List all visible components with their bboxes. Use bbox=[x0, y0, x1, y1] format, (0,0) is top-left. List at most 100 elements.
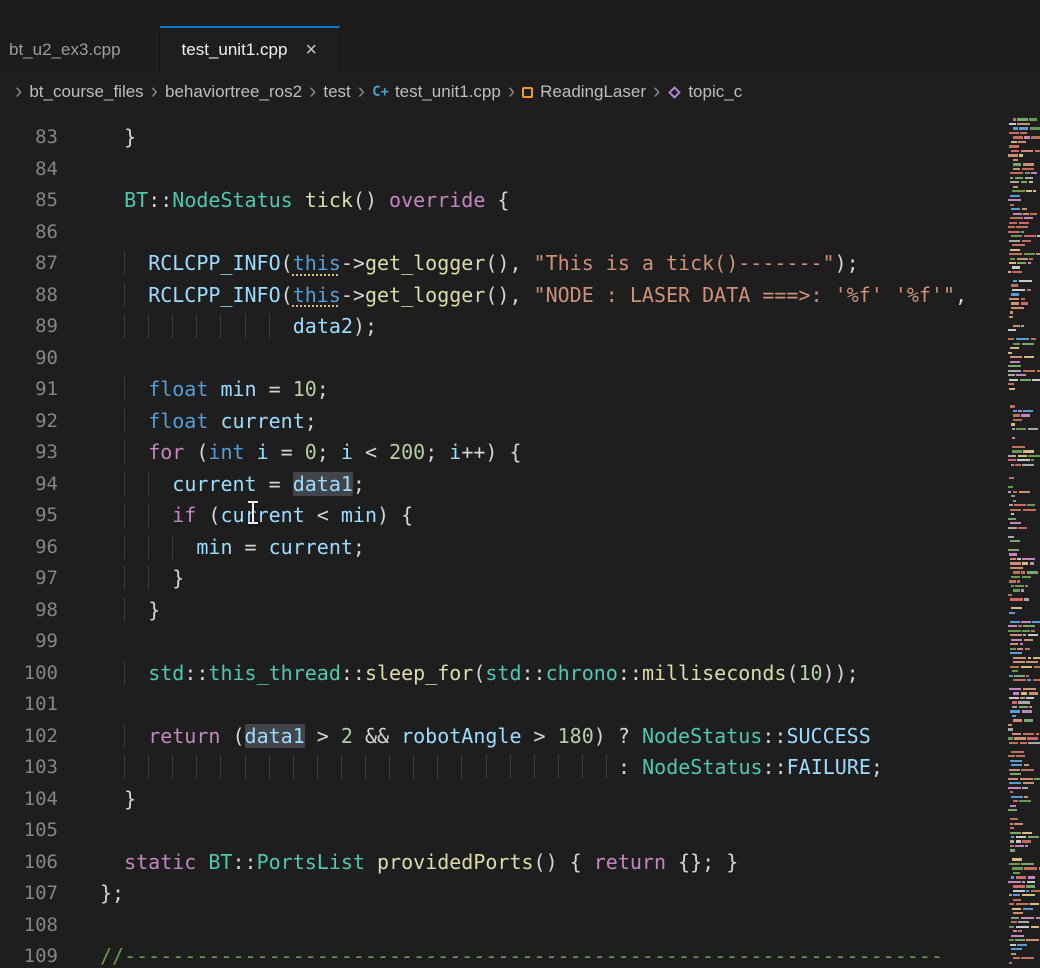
code-text: RCLCPP_INFO(this->get_logger(), "This is… bbox=[100, 248, 859, 280]
minimap-token bbox=[1023, 625, 1035, 627]
code-token: this bbox=[293, 251, 341, 275]
code-line[interactable]: 106 static BT::PortsList providedPorts()… bbox=[0, 847, 1006, 879]
minimap-token bbox=[1034, 666, 1040, 668]
minimap-line bbox=[1008, 809, 1039, 811]
code-line[interactable]: 96 min = current; bbox=[0, 532, 1006, 564]
code-line[interactable]: 85 BT::NodeStatus tick() override { bbox=[0, 185, 1006, 217]
minimap-token bbox=[1019, 222, 1029, 224]
minimap-token bbox=[1012, 670, 1018, 672]
minimap-token bbox=[1008, 630, 1021, 632]
code-line[interactable]: 87 RCLCPP_INFO(this->get_logger(), "This… bbox=[0, 248, 1006, 280]
code-line[interactable]: 91 float min = 10; bbox=[0, 374, 1006, 406]
code-line[interactable]: 95 if (current < min) { bbox=[0, 500, 1006, 532]
code-line[interactable]: 104 } bbox=[0, 784, 1006, 816]
breadcrumb-item-test[interactable]: test bbox=[323, 82, 350, 102]
code-line[interactable]: 109//-----------------------------------… bbox=[0, 941, 1006, 968]
minimap-token bbox=[1026, 675, 1029, 677]
code-token: ( bbox=[281, 283, 293, 307]
code-line[interactable]: 94 current = data1; bbox=[0, 469, 1006, 501]
code-token: float bbox=[148, 377, 208, 401]
minimap-token bbox=[1022, 576, 1031, 578]
code-token bbox=[293, 188, 305, 212]
minimap-line bbox=[1008, 558, 1039, 560]
minimap-token bbox=[1010, 648, 1016, 650]
code-line[interactable]: 92 float current; bbox=[0, 406, 1006, 438]
code-line[interactable]: 88 RCLCPP_INFO(this->get_logger(), "NODE… bbox=[0, 280, 1006, 312]
breadcrumb-item-behaviortree_ros2[interactable]: behaviortree_ros2 bbox=[165, 82, 302, 102]
code-line[interactable]: 107}; bbox=[0, 878, 1006, 910]
code-text: data2); bbox=[100, 311, 377, 343]
tab-label: test_unit1.cpp bbox=[182, 40, 288, 60]
code-line[interactable]: 105 bbox=[0, 815, 1006, 847]
minimap-token bbox=[1031, 926, 1039, 928]
minimap-token bbox=[1028, 876, 1035, 878]
code-text: return (data1 > 2 && robotAngle > 180) ?… bbox=[100, 721, 871, 753]
code-line[interactable]: 93 for (int i = 0; i < 200; i++) { bbox=[0, 437, 1006, 469]
minimap-token bbox=[1034, 778, 1040, 780]
minimap-line bbox=[1008, 352, 1039, 354]
minimap-token bbox=[1020, 697, 1025, 699]
code-line[interactable]: 101 bbox=[0, 689, 1006, 721]
code-line[interactable]: 99 bbox=[0, 626, 1006, 658]
minimap-line bbox=[1008, 957, 1039, 959]
minimap-token bbox=[1009, 298, 1019, 300]
code-editor[interactable]: 83 }8485 BT::NodeStatus tick() override … bbox=[0, 112, 1006, 968]
close-icon[interactable]: × bbox=[305, 40, 317, 60]
minimap-token bbox=[1012, 450, 1022, 452]
line-number: 94 bbox=[0, 469, 58, 501]
minimap-line bbox=[1008, 280, 1039, 282]
minimap-token bbox=[1008, 787, 1021, 789]
code-token: std bbox=[148, 661, 184, 685]
minimap-token bbox=[1008, 809, 1017, 811]
minimap-token bbox=[1016, 374, 1026, 376]
code-text: static BT::PortsList providedPorts() { r… bbox=[100, 847, 738, 879]
breadcrumb-item-class[interactable]: ReadingLaser bbox=[522, 82, 646, 102]
minimap-token bbox=[1036, 253, 1040, 255]
code-line[interactable]: 102 return (data1 > 2 && robotAngle > 18… bbox=[0, 721, 1006, 753]
minimap-token bbox=[1012, 271, 1022, 273]
code-line[interactable]: 86 bbox=[0, 217, 1006, 249]
code-line[interactable]: 97 } bbox=[0, 563, 1006, 595]
minimap-line bbox=[1008, 379, 1039, 381]
tab-test_unit1[interactable]: test_unit1.cpp × bbox=[160, 26, 341, 72]
code-line[interactable]: 90 bbox=[0, 343, 1006, 375]
minimap-token bbox=[1013, 127, 1018, 129]
minimap-line bbox=[1008, 782, 1039, 784]
breadcrumb-item-method[interactable]: topic_c bbox=[667, 82, 742, 102]
minimap[interactable] bbox=[1006, 112, 1040, 968]
minimap-token bbox=[1022, 710, 1032, 712]
code-token: int bbox=[208, 440, 244, 464]
tab-bt_u2_ex3[interactable]: bt_u2_ex3.cpp bbox=[0, 26, 160, 72]
code-line[interactable]: 100 std::this_thread::sleep_for(std::chr… bbox=[0, 658, 1006, 690]
breadcrumb-item-file[interactable]: C+ test_unit1.cpp bbox=[372, 82, 501, 102]
minimap-token bbox=[1014, 675, 1025, 677]
minimap-token bbox=[1020, 742, 1027, 744]
code-line[interactable]: 84 bbox=[0, 154, 1006, 186]
code-line[interactable]: 83 } bbox=[0, 122, 1006, 154]
code-line[interactable]: 108 bbox=[0, 910, 1006, 942]
minimap-token bbox=[1010, 621, 1020, 623]
code-line[interactable]: 103 : NodeStatus::FAILURE; bbox=[0, 752, 1006, 784]
indent-guide bbox=[124, 440, 148, 464]
indent-guide bbox=[148, 566, 172, 590]
minimap-token bbox=[1008, 724, 1012, 726]
minimap-line bbox=[1008, 145, 1039, 147]
minimap-line bbox=[1008, 827, 1039, 829]
code-token: get_logger bbox=[365, 283, 485, 307]
code-token: RCLCPP_INFO bbox=[148, 251, 280, 275]
minimap-line bbox=[1008, 921, 1039, 923]
minimap-line bbox=[1008, 742, 1039, 744]
breadcrumb-item-bt_course_files[interactable]: bt_course_files bbox=[29, 82, 143, 102]
code-line[interactable]: 98 } bbox=[0, 595, 1006, 627]
minimap-line bbox=[1008, 531, 1039, 533]
minimap-line bbox=[1008, 419, 1039, 421]
minimap-token bbox=[1021, 571, 1025, 573]
minimap-token bbox=[1021, 150, 1033, 152]
minimap-line bbox=[1008, 890, 1039, 892]
line-number: 108 bbox=[0, 910, 58, 942]
indent-guide bbox=[437, 755, 461, 779]
code-line[interactable]: 89 data2); bbox=[0, 311, 1006, 343]
minimap-token bbox=[1012, 446, 1025, 448]
minimap-token bbox=[1010, 823, 1013, 825]
minimap-token bbox=[1022, 562, 1028, 564]
